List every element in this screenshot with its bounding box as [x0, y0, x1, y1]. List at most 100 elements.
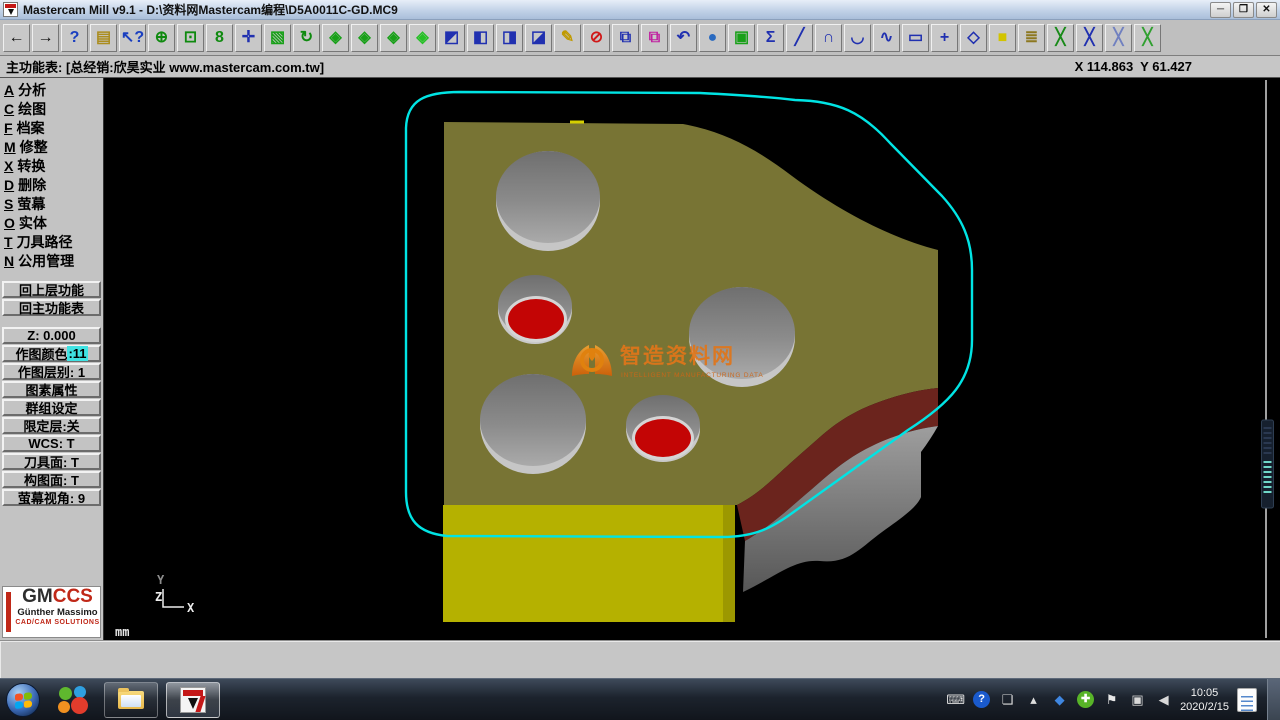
view-iso-icon-button[interactable]: ◪ [525, 24, 552, 52]
menu-item-f[interactable]: F档案 [0, 118, 103, 137]
operations-tree-icon-button[interactable]: ≣ [1018, 24, 1045, 52]
solid-box-icon-button[interactable]: ■ [989, 24, 1016, 52]
view-front-icon-button[interactable]: ◧ [467, 24, 494, 52]
start-button[interactable] [6, 683, 40, 717]
trim-one-icon-button[interactable]: ╳ [1047, 24, 1074, 52]
setting-button-8[interactable]: 构图面: T [2, 471, 101, 488]
menu-item-d[interactable]: D删除 [0, 175, 103, 194]
solids-manager-icon-button[interactable]: ▣ [728, 24, 755, 52]
notes-tray-icon[interactable] [1237, 688, 1257, 712]
antivirus-icon[interactable]: ✚ [1077, 691, 1094, 708]
minimize-button[interactable]: ─ [1210, 2, 1231, 18]
network-icon[interactable]: ▣ [1129, 691, 1146, 708]
hole-bottom-left[interactable] [480, 374, 586, 474]
surface-patch-icon-button[interactable]: ◇ [960, 24, 987, 52]
fit-screen-icon-button[interactable]: ✛ [235, 24, 262, 52]
trim-three-icon-button[interactable]: ╳ [1105, 24, 1132, 52]
menu-item-o[interactable]: O实体 [0, 213, 103, 232]
hole-bottom-mid-red[interactable] [626, 395, 700, 462]
axes-gnomon: Y Z X [155, 573, 195, 615]
delete-entities-icon-button[interactable]: ⊘ [583, 24, 610, 52]
show-desktop-button[interactable] [1267, 679, 1280, 720]
undo-icon-button[interactable]: ↶ [670, 24, 697, 52]
xform-entities-icon: ⧉ [649, 30, 660, 46]
show-hidden-icons-button[interactable]: ▴ [1025, 691, 1042, 708]
point-icon-button[interactable]: + [931, 24, 958, 52]
windows-flag-icon [15, 692, 33, 710]
watermark-title: 智造资料网 [620, 344, 735, 368]
rotate-gview-icon-button[interactable]: ↻ [293, 24, 320, 52]
gview-wire-cube-icon-button[interactable]: ◈ [322, 24, 349, 52]
setting-button-9[interactable]: 萤幕视角: 9 [2, 489, 101, 506]
back-arrow-icon-button[interactable]: ← [3, 24, 30, 52]
close-button[interactable]: ✕ [1256, 2, 1277, 18]
side-panel-handle[interactable] [1262, 420, 1274, 508]
graphics-viewport[interactable]: 智造资料网 INTELLIGENT MANUFACTURING DATA Y Z… [104, 78, 1280, 640]
hole-top-left[interactable] [496, 151, 600, 251]
zoom-scale-icon-button[interactable]: 8 [206, 24, 233, 52]
setting-button-5[interactable]: 限定层:关 [2, 417, 101, 434]
menu-item-c[interactable]: C绘图 [0, 99, 103, 118]
forward-arrow-icon-button[interactable]: → [32, 24, 59, 52]
setting-button-0[interactable]: Z: 0.000 [2, 327, 101, 344]
sigma-nc-icon-button[interactable]: Σ [757, 24, 784, 52]
pencil-create-icon-button[interactable]: ✎ [554, 24, 581, 52]
view-side-icon-button[interactable]: ◨ [496, 24, 523, 52]
zoom-window-icon-button[interactable]: ⊡ [177, 24, 204, 52]
setting-button-6[interactable]: WCS: T [2, 435, 101, 452]
status-setting-buttons: Z: 0.000作图颜色:11作图层别: 1图素属性群组设定限定层:关WCS: … [0, 327, 103, 506]
trim-divide-icon-button[interactable]: ╳ [1134, 24, 1161, 52]
setting-button-2[interactable]: 作图层别: 1 [2, 363, 101, 380]
restore-preview-icon[interactable]: ❏ [999, 691, 1016, 708]
taskbar-clock[interactable]: 10:05 2020/2/15 [1180, 686, 1229, 714]
gview-cube-2-icon: ◈ [358, 30, 370, 46]
menu-item-s[interactable]: S萤幕 [0, 194, 103, 213]
menu-item-x[interactable]: X转换 [0, 156, 103, 175]
stock-slab[interactable] [443, 505, 735, 622]
line-icon-button[interactable]: ╱ [786, 24, 813, 52]
menu-item-m[interactable]: M修整 [0, 137, 103, 156]
backup-menu-button[interactable]: 回上层功能 [2, 281, 101, 298]
gview-cube-3-icon-button[interactable]: ◈ [380, 24, 407, 52]
main-menu-button[interactable]: 回主功能表 [2, 299, 101, 316]
units-label: mm [115, 625, 129, 639]
setting-button-4[interactable]: 群组设定 [2, 399, 101, 416]
point-icon: + [940, 30, 949, 46]
restore-button[interactable]: ❐ [1233, 2, 1254, 18]
fillet-icon-button[interactable]: ◡ [844, 24, 871, 52]
shade-sphere-icon-button[interactable]: ● [699, 24, 726, 52]
solid-box-icon: ■ [998, 30, 1008, 46]
rectangle-icon-button[interactable]: ▭ [902, 24, 929, 52]
menu-item-n[interactable]: N公用管理 [0, 251, 103, 270]
file-cabinet-icon-button[interactable]: ▤ [90, 24, 117, 52]
view-top-icon-button[interactable]: ◩ [438, 24, 465, 52]
keyboard-icon[interactable]: ⌨ [947, 691, 964, 708]
menu-item-t[interactable]: T刀具路径 [0, 232, 103, 251]
setting-button-7[interactable]: 刀具面: T [2, 453, 101, 470]
setting-button-1[interactable]: 作图颜色:11 [2, 345, 101, 362]
menu-item-a[interactable]: A分析 [0, 80, 103, 99]
trim-two-icon-button[interactable]: ╳ [1076, 24, 1103, 52]
action-center-flag-icon[interactable]: ⚑ [1103, 691, 1120, 708]
shade-sphere-icon: ● [708, 30, 718, 46]
view-iso-icon: ◪ [531, 30, 546, 46]
prompt-area [0, 640, 1280, 678]
volume-icon[interactable]: ◀ [1155, 691, 1172, 708]
mastercam-taskbar-button[interactable] [166, 682, 220, 718]
analyze-cursor-icon-button[interactable]: ↖? [119, 24, 146, 52]
copy-entities-icon-button[interactable]: ⧉ [612, 24, 639, 52]
gview-cube-4-icon-button[interactable]: ◈ [409, 24, 436, 52]
spline-icon-button[interactable]: ∿ [873, 24, 900, 52]
zoom-icon-button[interactable]: ⊕ [148, 24, 175, 52]
repaint-icon-button[interactable]: ▧ [264, 24, 291, 52]
browser-app-icon[interactable] [58, 685, 88, 715]
explorer-taskbar-button[interactable] [104, 682, 158, 718]
help-icon-button[interactable]: ? [61, 24, 88, 52]
xform-entities-icon-button[interactable]: ⧉ [641, 24, 668, 52]
setting-button-3[interactable]: 图素属性 [2, 381, 101, 398]
security-shield-icon[interactable]: ◆ [1051, 691, 1068, 708]
hole-mid-left-red[interactable] [498, 275, 572, 344]
input-help-icon[interactable]: ? [973, 691, 990, 708]
arc-icon-button[interactable]: ∩ [815, 24, 842, 52]
gview-cube-2-icon-button[interactable]: ◈ [351, 24, 378, 52]
